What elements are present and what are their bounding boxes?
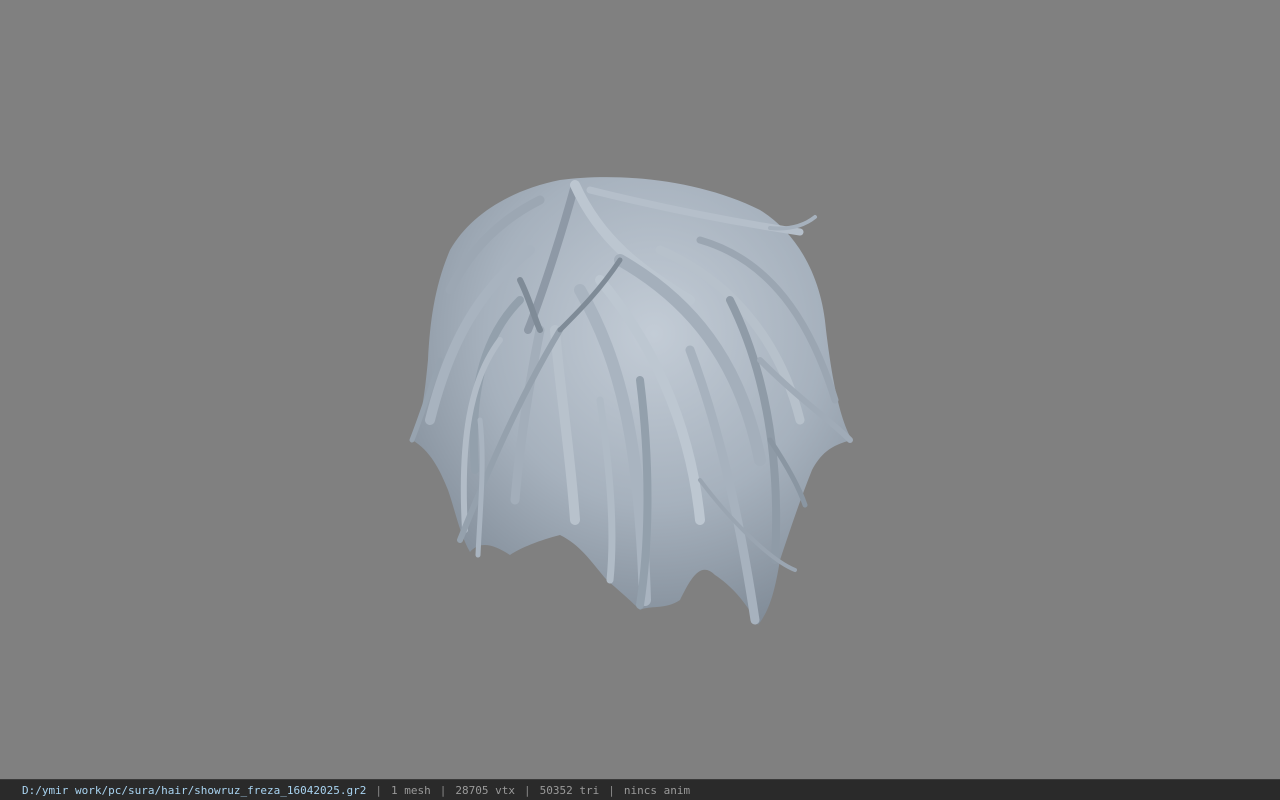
separator: | — [439, 783, 447, 797]
separator: | — [523, 783, 531, 797]
separator: | — [375, 783, 382, 797]
animation-status: nincs anim — [623, 783, 691, 797]
mesh-count: 1 mesh — [391, 783, 431, 797]
separator: | — [608, 783, 615, 797]
status-bar: D:/ymir work/pc/sura/hair/showruz_freza_… — [0, 779, 1280, 800]
triangle-count: 50352 tri — [539, 783, 600, 797]
3d-viewport[interactable] — [0, 0, 1280, 779]
file-path: D:/ymir work/pc/sura/hair/showruz_freza_… — [22, 783, 367, 797]
hair-model — [409, 177, 853, 626]
vertex-count: 28705 vtx — [455, 783, 515, 797]
